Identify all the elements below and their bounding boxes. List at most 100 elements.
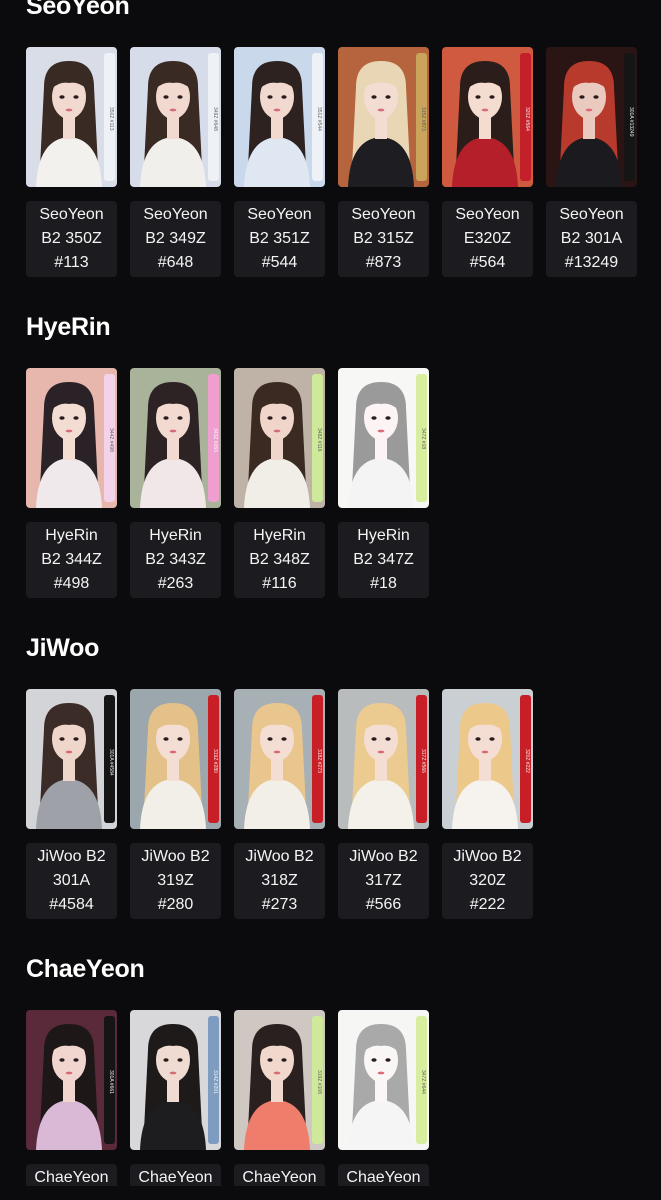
photocard[interactable]: 320Z #222 JiWoo B2 320Z #222 [442, 689, 533, 919]
bottom-edge [0, 1186, 661, 1200]
caption-line: #263 [157, 575, 194, 592]
photocard-image[interactable]: 314Z #201 [130, 1010, 221, 1150]
card-side-serial: 320Z #564 [524, 107, 530, 131]
card-side-serial: 301A #4584 [108, 749, 114, 776]
portrait-figure [36, 382, 102, 508]
portrait-figure [348, 703, 414, 829]
caption-line: SeoYeon [455, 206, 520, 223]
photocard-image[interactable]: 344Z #498 [26, 368, 117, 508]
caption-line: #273 [261, 896, 298, 913]
photocard-image[interactable]: 319Z #108 [234, 1010, 325, 1150]
photocard[interactable]: 315Z #873 SeoYeon B2 315Z #873 [338, 47, 429, 277]
card-caption[interactable]: JiWoo B2 301A #4584 [26, 843, 117, 919]
caption-line: #280 [157, 896, 194, 913]
photocard-image[interactable]: 318Z #273 [234, 689, 325, 829]
photocard[interactable]: 319Z #280 JiWoo B2 319Z #280 [130, 689, 221, 919]
photocard[interactable]: 347Z #18 HyeRin B2 347Z #18 [338, 368, 429, 598]
card-caption[interactable]: SeoYeon B2 351Z #544 [234, 201, 325, 277]
caption-line: B2 349Z [145, 230, 206, 247]
caption-line: #13249 [564, 254, 619, 271]
photocard[interactable]: 347Z #644 ChaeYeon [338, 1010, 429, 1200]
photocard-image[interactable]: 320Z #564 [442, 47, 533, 187]
caption-line: #566 [365, 896, 402, 913]
photocard[interactable]: 351Z #544 SeoYeon B2 351Z #544 [234, 47, 325, 277]
portrait-figure [140, 382, 206, 508]
photocard-image[interactable]: 351Z #544 [234, 47, 325, 187]
photocard-image[interactable]: 349Z #648 [130, 47, 221, 187]
photocard[interactable]: 317Z #566 JiWoo B2 317Z #566 [338, 689, 429, 919]
photocard[interactable]: 314Z #201 ChaeYeon [130, 1010, 221, 1200]
photocard-image[interactable]: 347Z #18 [338, 368, 429, 508]
photocard-image[interactable]: 301A #661 [26, 1010, 117, 1150]
section-title: JiWoo [26, 634, 100, 662]
card-caption[interactable]: SeoYeon B2 350Z #113 [26, 201, 117, 277]
photocard[interactable]: 301A #661 ChaeYeon [26, 1010, 117, 1200]
section-seoyeon: SeoYeon 350Z #113 SeoYeon B2 350Z #113 349Z #… [0, 0, 661, 277]
card-caption[interactable]: HyeRin B2 347Z #18 [338, 522, 429, 598]
portrait-figure [556, 61, 622, 187]
card-side-serial: 320Z #222 [524, 749, 530, 773]
photocard[interactable]: 344Z #498 HyeRin B2 344Z #498 [26, 368, 117, 598]
photocard-image[interactable]: 320Z #222 [442, 689, 533, 829]
caption-line: JiWoo B2 [141, 848, 210, 865]
caption-line: #648 [157, 254, 194, 271]
card-side-serial: 317Z #566 [420, 749, 426, 773]
gallery-page: SeoYeon 350Z #113 SeoYeon B2 350Z #113 349Z #… [0, 0, 661, 1200]
portrait-figure [348, 61, 414, 187]
card-caption[interactable]: SeoYeon E320Z #564 [442, 201, 533, 277]
card-caption[interactable]: JiWoo B2 317Z #566 [338, 843, 429, 919]
photocard-image[interactable]: 348Z #116 [234, 368, 325, 508]
portrait-figure [36, 61, 102, 187]
photocard-image[interactable]: 343Z #263 [130, 368, 221, 508]
caption-line: B2 301A [560, 230, 623, 247]
card-caption[interactable]: JiWoo B2 319Z #280 [130, 843, 221, 919]
photocard[interactable]: 348Z #116 HyeRin B2 348Z #116 [234, 368, 325, 598]
section-hyerin: HyeRin 344Z #498 HyeRin B2 344Z #498 343Z #26… [0, 313, 661, 598]
card-side-serial: 348Z #116 [316, 428, 322, 452]
card-caption[interactable]: SeoYeon B2 301A #13249 [546, 201, 637, 277]
photocard[interactable]: 343Z #263 HyeRin B2 343Z #263 [130, 368, 221, 598]
caption-line: SeoYeon [39, 206, 104, 223]
photocard[interactable]: 301A #4584 JiWoo B2 301A #4584 [26, 689, 117, 919]
card-caption[interactable]: HyeRin B2 343Z #263 [130, 522, 221, 598]
photocard-image[interactable]: 317Z #566 [338, 689, 429, 829]
card-side-serial: 347Z #644 [420, 1070, 426, 1094]
section-title: ChaeYeon [26, 955, 145, 983]
caption-line: #4584 [49, 896, 94, 913]
photocard[interactable]: 320Z #564 SeoYeon E320Z #564 [442, 47, 533, 277]
photocard-image[interactable]: 347Z #644 [338, 1010, 429, 1150]
card-caption[interactable]: HyeRin B2 344Z #498 [26, 522, 117, 598]
photocard[interactable]: 318Z #273 JiWoo B2 318Z #273 [234, 689, 325, 919]
card-caption[interactable]: SeoYeon B2 349Z #648 [130, 201, 221, 277]
caption-line: #116 [262, 575, 297, 592]
caption-line: SeoYeon [247, 206, 312, 223]
card-caption[interactable]: HyeRin B2 348Z #116 [234, 522, 325, 598]
caption-line: 301A [52, 872, 91, 889]
caption-line: B2 351Z [249, 230, 310, 247]
photocard-image[interactable]: 315Z #873 [338, 47, 429, 187]
photocard[interactable]: 350Z #113 SeoYeon B2 350Z #113 [26, 47, 117, 277]
photocard[interactable]: 349Z #648 SeoYeon B2 349Z #648 [130, 47, 221, 277]
card-side-serial: 319Z #108 [316, 1070, 322, 1094]
caption-line: 319Z [157, 872, 194, 889]
caption-line: SeoYeon [143, 206, 208, 223]
photocard-image[interactable]: 350Z #113 [26, 47, 117, 187]
card-side-serial: 301A #661 [108, 1070, 114, 1094]
portrait-figure [140, 61, 206, 187]
section-title: SeoYeon [26, 0, 130, 20]
photocard-image[interactable]: 319Z #280 [130, 689, 221, 829]
caption-line: SeoYeon [559, 206, 624, 223]
caption-line: B2 350Z [41, 230, 102, 247]
card-caption[interactable]: JiWoo B2 320Z #222 [442, 843, 533, 919]
caption-line: JiWoo B2 [453, 848, 522, 865]
photocard-image[interactable]: 301A #4584 [26, 689, 117, 829]
card-caption[interactable]: JiWoo B2 318Z #273 [234, 843, 325, 919]
photocard[interactable]: 301A #13249 SeoYeon B2 301A #13249 [546, 47, 637, 277]
card-caption[interactable]: SeoYeon B2 315Z #873 [338, 201, 429, 277]
caption-line: #544 [261, 254, 298, 271]
caption-line: JiWoo B2 [37, 848, 106, 865]
card-side-serial: 314Z #201 [212, 1070, 218, 1094]
caption-line: B2 344Z [41, 551, 102, 568]
photocard-image[interactable]: 301A #13249 [546, 47, 637, 187]
photocard[interactable]: 319Z #108 ChaeYeon [234, 1010, 325, 1200]
